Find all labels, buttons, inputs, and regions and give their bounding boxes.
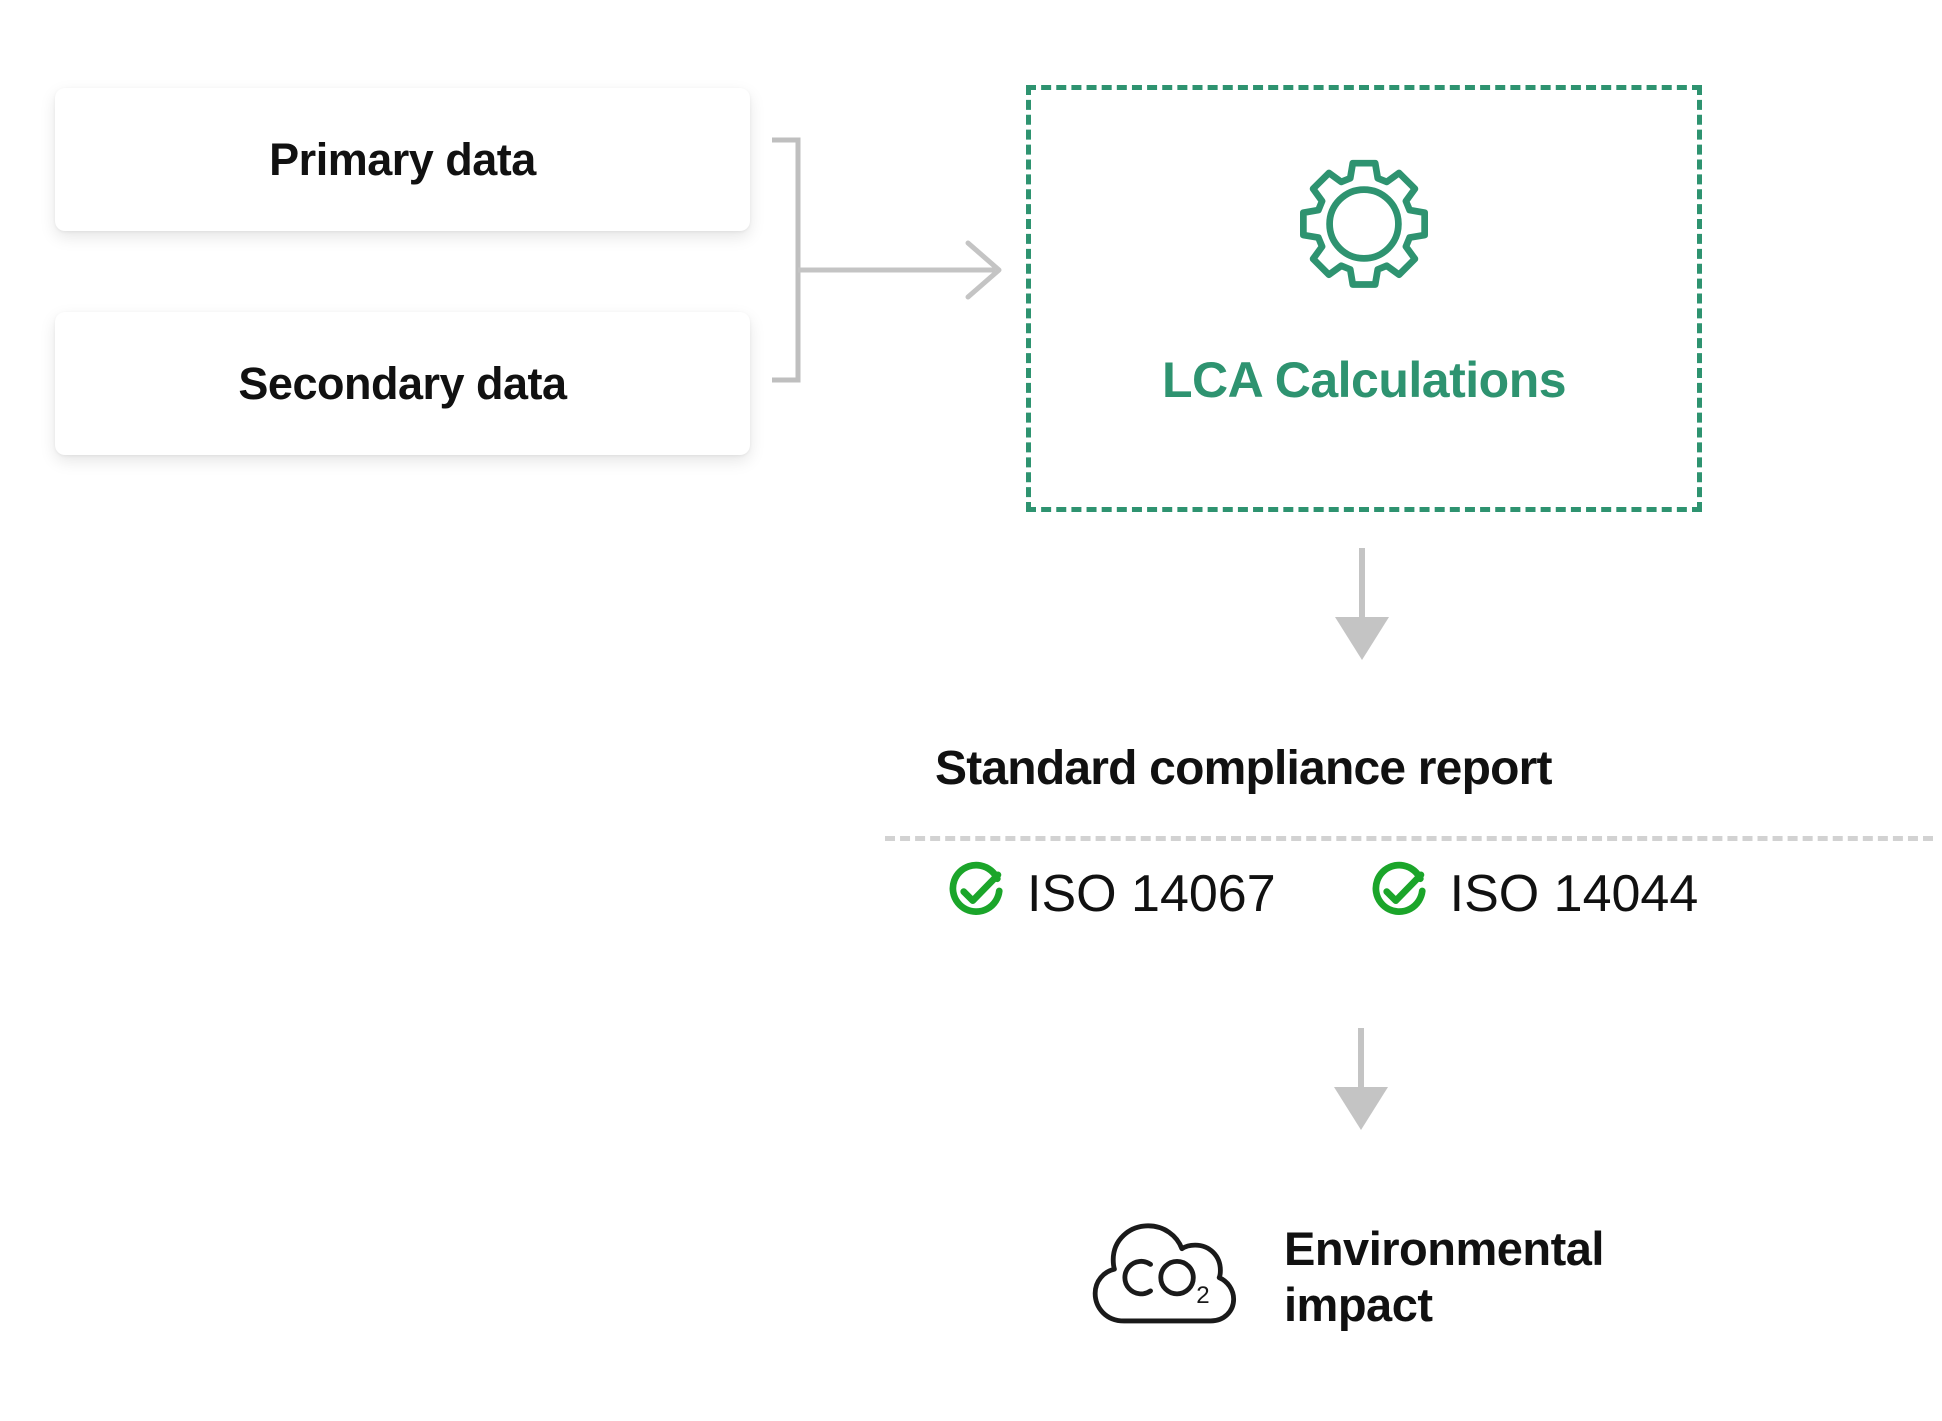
report-title: Standard compliance report [935, 742, 1552, 795]
outcome-label: Environmental impact [1284, 1222, 1604, 1331]
check-circle-icon [945, 860, 1007, 927]
badge-iso-14067-label: ISO 14067 [1027, 864, 1276, 923]
arrow-report-to-outcome [1334, 1028, 1388, 1130]
gear-icon [1284, 152, 1444, 317]
diagram-canvas: Primary data Secondary data LCA Calculat… [0, 0, 1942, 1421]
badge-iso-14067[interactable]: ISO 14067 [945, 860, 1276, 927]
report-divider [885, 836, 1933, 841]
lca-calculations-box[interactable]: LCA Calculations [1026, 85, 1702, 512]
outcome-block: 2 Environmental impact [1090, 1215, 1604, 1338]
co2-subscript-text: 2 [1196, 1282, 1209, 1309]
badge-iso-14044-label: ISO 14044 [1449, 864, 1699, 923]
input-card-primary-data[interactable]: Primary data [55, 88, 750, 231]
input-card-primary-label: Primary data [269, 134, 536, 185]
input-card-secondary-label: Secondary data [238, 358, 567, 409]
lca-calculations-label: LCA Calculations [1161, 352, 1567, 408]
input-card-secondary-data[interactable]: Secondary data [55, 312, 750, 455]
arrow-lca-to-report [1335, 548, 1389, 660]
compliance-badges: ISO 14067 ISO 14044 [945, 860, 1698, 927]
co2-cloud-icon: 2 [1090, 1215, 1240, 1338]
check-circle-icon [1368, 860, 1430, 927]
bracket-connector [772, 137, 801, 383]
badge-iso-14044[interactable]: ISO 14044 [1368, 860, 1699, 927]
arrow-inputs-to-lca [798, 240, 1002, 300]
